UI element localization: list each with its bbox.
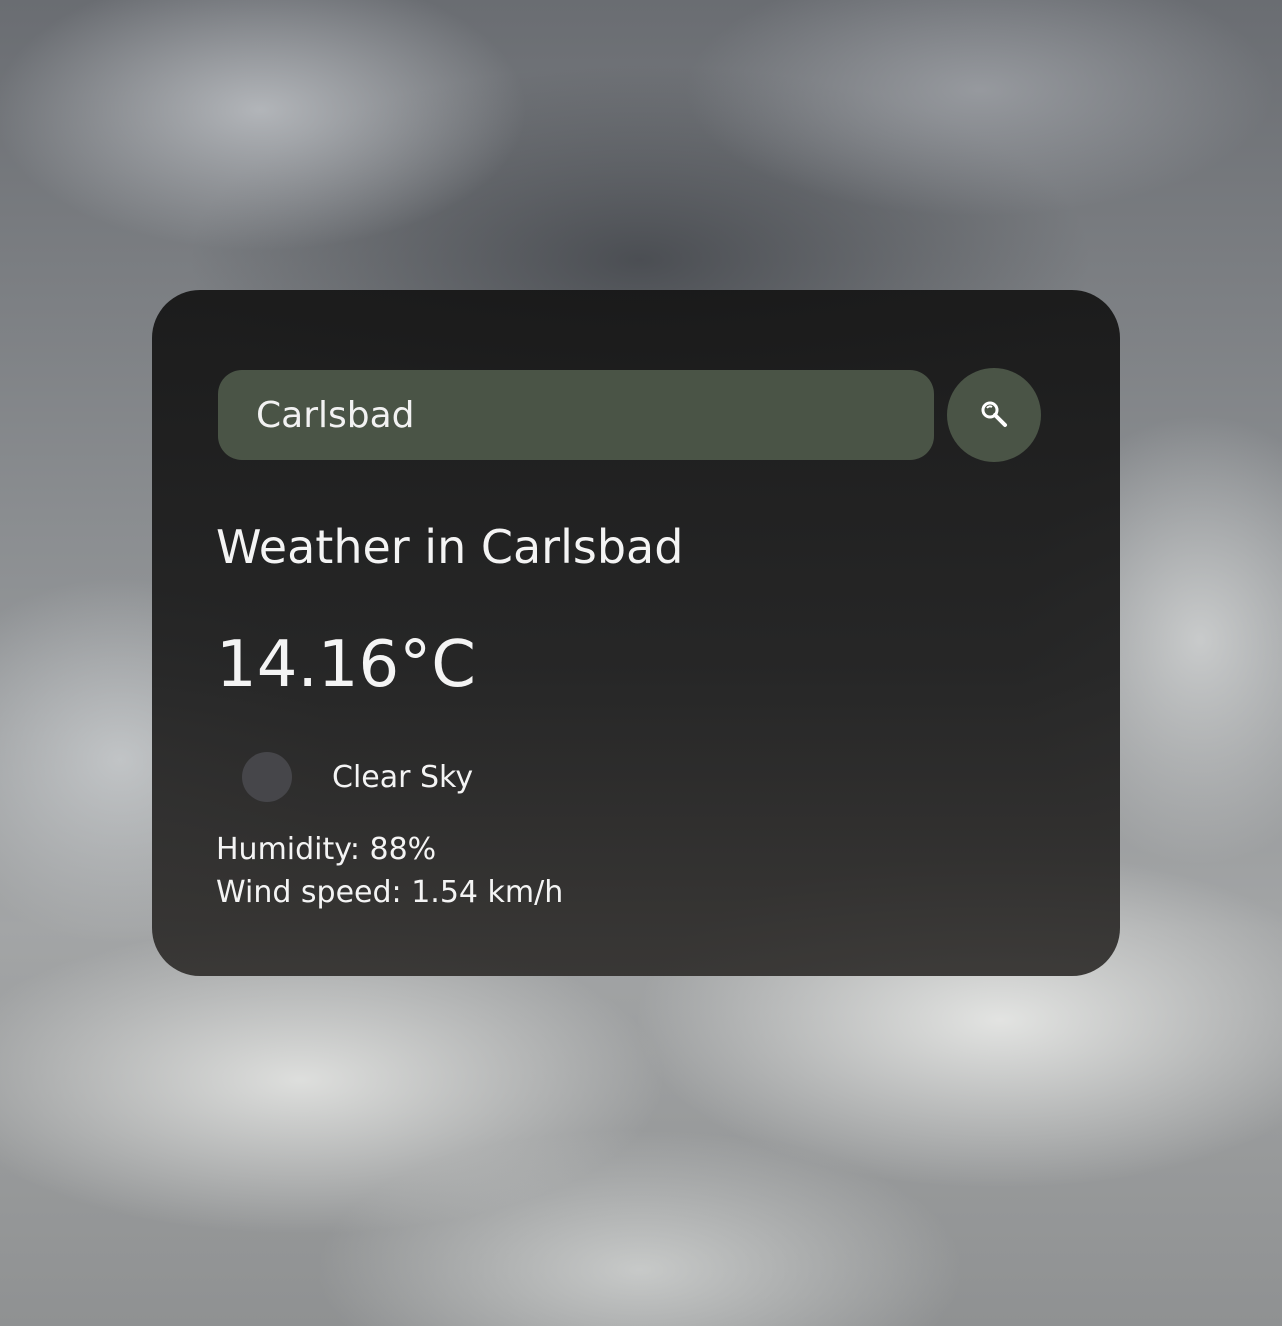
weather-card: Weather in Carlsbad 14.16°C Clear Sky Hu… bbox=[152, 290, 1120, 976]
humidity-text: Humidity: 88% bbox=[216, 832, 437, 867]
city-weather-title: Weather in Carlsbad bbox=[216, 520, 684, 574]
search-button[interactable] bbox=[947, 368, 1041, 462]
weather-condition: Clear Sky bbox=[242, 752, 473, 802]
search-bar bbox=[218, 368, 1042, 464]
weather-condition-label: Clear Sky bbox=[332, 759, 474, 795]
weather-condition-icon bbox=[242, 752, 292, 802]
weather-details: Humidity: 88% Wind speed: 1.54 km/h bbox=[216, 828, 563, 914]
temperature-value: 14.16°C bbox=[216, 628, 476, 702]
search-icon bbox=[979, 399, 1009, 432]
city-search-input[interactable] bbox=[218, 370, 934, 460]
wind-speed-text: Wind speed: 1.54 km/h bbox=[216, 875, 564, 910]
